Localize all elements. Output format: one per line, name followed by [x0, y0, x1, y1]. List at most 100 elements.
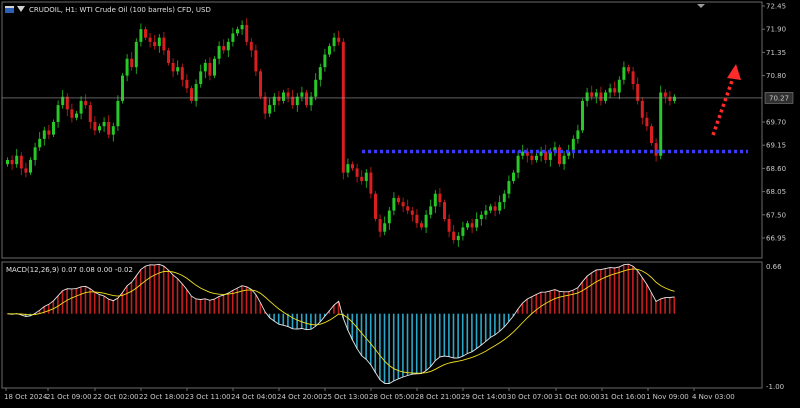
time-tick: 31 Oct 00:00 — [554, 393, 600, 401]
time-tick: 23 Oct 11:00 — [185, 393, 231, 401]
candle-body — [84, 100, 88, 106]
candles — [6, 18, 676, 247]
macd-bar — [135, 275, 137, 314]
candle-body — [406, 206, 410, 211]
candle-body — [507, 181, 511, 194]
price-tick: 66.95 — [766, 235, 786, 243]
macd-bar — [604, 268, 607, 314]
candle-body — [383, 223, 387, 232]
candle-body — [346, 164, 350, 173]
macd-bar — [586, 276, 588, 314]
candle-body — [254, 50, 258, 72]
macd-bar — [590, 272, 593, 314]
macd-bar — [139, 269, 142, 314]
candle-body — [88, 105, 92, 122]
macd-bar — [448, 313, 450, 357]
macd-bar — [457, 313, 459, 358]
main-plot-frame — [1, 1, 763, 259]
candle-body — [121, 75, 124, 101]
candle-body — [466, 223, 469, 228]
candle-body — [282, 92, 285, 101]
macd-bar — [296, 313, 298, 330]
candle-body — [102, 122, 106, 127]
chart-flag-icon[interactable] — [5, 6, 14, 13]
price-tick: 69.15 — [766, 142, 786, 150]
candle-body — [627, 67, 630, 72]
candle-body — [355, 168, 359, 177]
macd-bar — [466, 313, 469, 354]
macd-bar — [581, 281, 584, 314]
candle-body — [470, 223, 474, 228]
macd-bar — [172, 275, 174, 314]
candle-body — [56, 105, 60, 122]
macd-bar — [411, 313, 413, 375]
candle-body — [502, 193, 506, 203]
candle-body — [337, 37, 341, 42]
macd-bar — [351, 313, 354, 341]
chart-window[interactable]: CRUDOIL, H1: WTI Crude Oil (100 barrels)… — [0, 0, 800, 408]
price-tick: 72.45 — [766, 3, 786, 11]
candle-body — [203, 62, 207, 72]
candle-body — [640, 100, 644, 118]
candle-body — [167, 50, 170, 63]
dropdown-arrow-icon[interactable] — [17, 6, 25, 12]
candle-body — [410, 210, 414, 215]
macd-bar — [443, 313, 446, 356]
candle-body — [180, 67, 184, 80]
candle-body — [245, 24, 249, 42]
price-tick: 70.80 — [766, 72, 786, 80]
candle-body — [397, 197, 400, 203]
candle-body — [401, 202, 405, 207]
candle-body — [208, 62, 212, 76]
price-tick: 71.35 — [766, 49, 786, 57]
candle-body — [268, 105, 272, 114]
candle-body — [300, 92, 304, 97]
candle-body — [493, 206, 497, 211]
candle-body — [452, 231, 456, 241]
macd-bar — [530, 296, 533, 314]
macd-bar — [365, 313, 367, 360]
macd-bar — [181, 283, 183, 314]
macd-bar — [277, 313, 280, 325]
candle-body — [318, 67, 322, 80]
candle-body — [599, 92, 603, 101]
macd-bar — [415, 313, 418, 374]
macd-bar — [392, 313, 395, 381]
macd-bar — [218, 296, 220, 314]
macd-bar — [70, 288, 73, 314]
candle-body — [392, 197, 396, 211]
time-tick: 21 Oct 09:00 — [46, 393, 92, 401]
candle-body — [328, 46, 331, 55]
time-tick: 24 Oct 20:00 — [277, 393, 323, 401]
candle-body — [576, 130, 580, 139]
candle-body — [217, 46, 221, 59]
time-axis[interactable]: 18 Oct 202421 Oct 09:00 22 Oct 02:00 22 Oc… — [4, 388, 735, 401]
macd-bar — [190, 296, 193, 314]
price-axis[interactable]: 72.45 71.90 71.35 70.80 69.70 69.15 68.60 68.05… — [762, 3, 786, 243]
macd-bar — [632, 266, 634, 314]
macd-bar — [98, 294, 101, 314]
macd-bar — [673, 296, 676, 314]
macd-bar — [149, 264, 151, 314]
candle-body — [226, 41, 230, 51]
candle-body — [19, 155, 23, 169]
candle-body — [516, 155, 520, 173]
candle-body — [139, 29, 143, 42]
macd-bar — [471, 313, 473, 352]
macd-tick-top: 0.66 — [766, 263, 782, 271]
macd-signal-line — [7, 268, 675, 374]
macd-bar — [641, 277, 643, 314]
candle-body — [47, 130, 51, 135]
candle-body — [608, 88, 612, 93]
macd-bar — [438, 313, 441, 357]
macd-bar — [576, 287, 579, 314]
candle-body — [185, 79, 189, 89]
candle-body — [645, 117, 649, 127]
candle-body — [162, 37, 166, 51]
macd-bar — [489, 313, 492, 338]
macd-bar — [553, 289, 556, 314]
macd-tick-bottom: -1.00 — [766, 383, 784, 391]
macd-bar — [503, 313, 505, 327]
macd-bar — [84, 286, 87, 314]
macd-bar — [383, 313, 386, 384]
